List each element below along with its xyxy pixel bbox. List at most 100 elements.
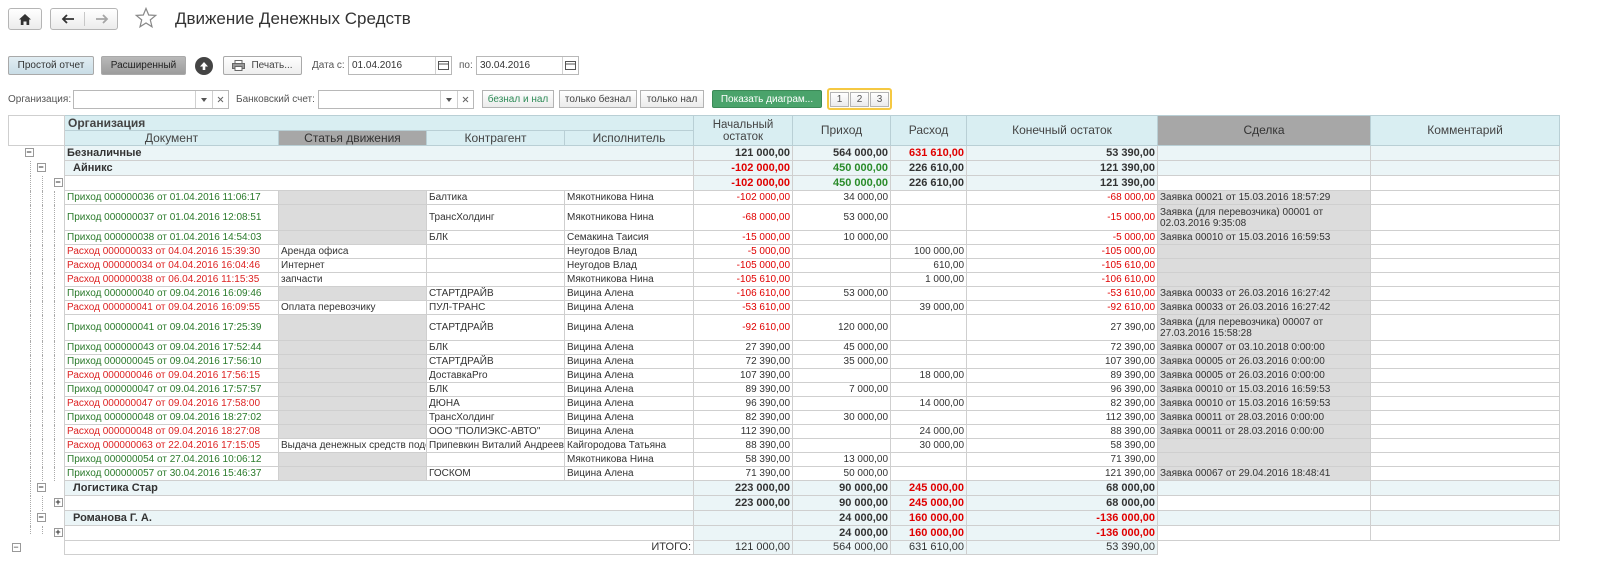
income-cell: 45 000,00 (792, 340, 892, 355)
expense-cell: 39 000,00 (890, 300, 968, 315)
table-row[interactable]: Приход 000000045 от 09.04.2016 17:56:10 С… (8, 354, 1561, 369)
document-cell[interactable]: Приход 000000037 от 01.04.2016 12:08:51 (64, 204, 279, 231)
contragent-cell (426, 452, 565, 467)
org-dropdown-button[interactable] (195, 91, 211, 108)
table-row[interactable]: Приход 000000038 от 01.04.2016 14:54:03 Б… (8, 230, 1561, 245)
table-row[interactable]: Расход 000000048 от 09.04.2016 18:27:08 О… (8, 424, 1561, 439)
favorite-star-icon[interactable] (134, 6, 158, 30)
start-balance-cell: 58 390,00 (693, 452, 794, 467)
calendar-button[interactable] (435, 57, 451, 74)
document-cell[interactable]: Расход 000000041 от 09.04.2016 16:09:55 (64, 300, 279, 315)
document-cell[interactable]: Приход 000000048 от 09.04.2016 18:27:02 (64, 410, 279, 425)
document-cell[interactable]: Расход 000000047 от 09.04.2016 17:58:00 (64, 396, 279, 411)
tree-cell (8, 204, 65, 231)
collapse-toggle[interactable]: − (36, 482, 46, 492)
deal-cell: Заявка 00011 от 28.03.2016 0:00:00 (1157, 410, 1372, 425)
table-row[interactable]: Расход 000000041 от 09.04.2016 16:09:55 О… (8, 300, 1561, 315)
comment-cell (1370, 466, 1561, 481)
close-icon (462, 96, 469, 103)
collapse-toggle[interactable]: − (24, 148, 34, 157)
col-deal-header: Сделка (1157, 115, 1372, 146)
org-clear-button[interactable] (212, 91, 228, 108)
bank-dropdown-button[interactable] (440, 91, 456, 108)
subgroup-start (693, 525, 794, 541)
home-button[interactable] (8, 8, 42, 30)
org-expense: 226 610,00 (890, 160, 968, 176)
mode-beznal-nal[interactable]: безнал и нал (482, 90, 554, 108)
collapse-toggle[interactable]: − (36, 162, 46, 172)
tree-cell (8, 300, 65, 315)
table-row[interactable]: Расход 000000046 от 09.04.2016 17:56:15 Д… (8, 368, 1561, 383)
table-row[interactable]: Приход 000000047 от 09.04.2016 17:57:57 Б… (8, 382, 1561, 397)
income-cell (792, 438, 892, 453)
executor-cell: Вицина Алена (563, 410, 695, 425)
table-row[interactable]: Расход 000000033 от 04.04.2016 15:39:30 А… (8, 244, 1561, 259)
col-expense-header: Расход (890, 115, 968, 146)
collapse-toggle[interactable]: − (53, 177, 63, 187)
document-cell[interactable]: Приход 000000047 от 09.04.2016 17:57:57 (64, 382, 279, 397)
document-cell[interactable]: Расход 000000034 от 04.04.2016 16:04:46 (64, 258, 279, 273)
document-cell[interactable]: Приход 000000043 от 09.04.2016 17:52:44 (64, 340, 279, 355)
table-row[interactable]: Приход 000000057 от 30.04.2016 15:46:37 Г… (8, 466, 1561, 481)
page-1-button[interactable]: 1 (830, 92, 849, 107)
bank-clear-button[interactable] (457, 91, 473, 108)
simple-report-button[interactable]: Простой отчет (8, 56, 94, 75)
document-cell[interactable]: Приход 000000041 от 09.04.2016 17:25:39 (64, 314, 279, 341)
document-cell[interactable]: Расход 000000063 от 22.04.2016 17:15:05 (64, 438, 279, 453)
income-cell (792, 368, 892, 383)
comment-cell (1370, 354, 1561, 369)
table-row[interactable]: Расход 000000034 от 04.04.2016 16:04:46 И… (8, 258, 1561, 273)
document-cell[interactable]: Приход 000000045 от 09.04.2016 17:56:10 (64, 354, 279, 369)
collapse-all-toggle[interactable]: − (11, 542, 21, 552)
back-button[interactable] (51, 9, 84, 29)
table-row[interactable]: Приход 000000054 от 27.04.2016 10:06:12 М… (8, 452, 1561, 467)
org-end: -136 000,00 (966, 510, 1159, 526)
total-row: − ИТОГО: 121 000,00 564 000,00 631 610,0… (8, 540, 1560, 555)
deal-cell: Заявка (для перевозчика) 00001 от 02.03.… (1157, 204, 1372, 231)
subgroup-end: -136 000,00 (966, 525, 1159, 541)
table-row[interactable]: Приход 000000040 от 09.04.2016 16:09:46 С… (8, 286, 1561, 301)
document-cell[interactable]: Приход 000000054 от 27.04.2016 10:06:12 (64, 452, 279, 467)
mode-only-nal[interactable]: только нал (640, 90, 704, 108)
income-cell: 10 000,00 (792, 230, 892, 245)
document-cell[interactable]: Приход 000000038 от 01.04.2016 14:54:03 (64, 230, 279, 245)
document-cell[interactable]: Приход 000000040 от 09.04.2016 16:09:46 (64, 286, 279, 301)
document-cell[interactable]: Расход 000000046 от 09.04.2016 17:56:15 (64, 368, 279, 383)
document-cell[interactable]: Расход 000000048 от 09.04.2016 18:27:08 (64, 424, 279, 439)
bank-account-input[interactable] (318, 90, 474, 109)
expand-toggle[interactable]: + (53, 527, 63, 537)
upload-button[interactable] (195, 57, 213, 75)
table-row[interactable]: Приход 000000043 от 09.04.2016 17:52:44 Б… (8, 340, 1561, 355)
document-cell[interactable]: Приход 000000057 от 30.04.2016 15:46:37 (64, 466, 279, 481)
table-row[interactable]: Приход 000000048 от 09.04.2016 18:27:02 Т… (8, 410, 1561, 425)
document-cell[interactable]: Приход 000000036 от 01.04.2016 11:06:17 (64, 190, 279, 205)
expand-toggle[interactable]: + (53, 497, 63, 507)
print-button[interactable]: Печать... (223, 56, 302, 75)
table-row[interactable]: Расход 000000047 от 09.04.2016 17:58:00 Д… (8, 396, 1561, 411)
table-row[interactable]: Расход 000000038 от 06.04.2016 11:15:35 з… (8, 272, 1561, 287)
table-row[interactable]: Приход 000000036 от 01.04.2016 11:06:17 Б… (8, 190, 1561, 205)
start-balance-cell: -105 000,00 (693, 258, 794, 273)
date-to-label: по: (459, 60, 473, 71)
org-start: 223 000,00 (693, 480, 794, 496)
table-row[interactable]: Приход 000000037 от 01.04.2016 12:08:51 Т… (8, 204, 1561, 231)
page-2-button[interactable]: 2 (850, 92, 869, 107)
deal-cell: Заявка 00005 от 26.03.2016 0:00:00 (1157, 354, 1372, 369)
org-input[interactable] (73, 90, 229, 109)
table-row[interactable]: Расход 000000063 от 22.04.2016 17:15:05 В… (8, 438, 1561, 453)
mode-only-beznal[interactable]: только безнал (559, 90, 637, 108)
document-cell[interactable]: Расход 000000038 от 06.04.2016 11:15:35 (64, 272, 279, 287)
date-to-input[interactable]: 30.04.2016 (476, 56, 579, 75)
forward-button[interactable] (85, 9, 118, 29)
document-cell[interactable]: Расход 000000033 от 04.04.2016 15:39:30 (64, 244, 279, 259)
article-cell (278, 452, 427, 467)
calendar-button[interactable] (562, 57, 578, 74)
show-diagram-button[interactable]: Показать диаграм... (712, 90, 822, 108)
extended-report-button[interactable]: Расширенный (101, 56, 186, 75)
end-balance-cell: 107 390,00 (966, 354, 1159, 369)
page-3-button[interactable]: 3 (870, 92, 889, 107)
date-from-input[interactable]: 01.04.2016 (348, 56, 452, 75)
table-row[interactable]: Приход 000000041 от 09.04.2016 17:25:39 С… (8, 314, 1561, 341)
collapse-toggle[interactable]: − (36, 512, 46, 522)
article-cell: Оплата перевозчику (278, 300, 427, 315)
